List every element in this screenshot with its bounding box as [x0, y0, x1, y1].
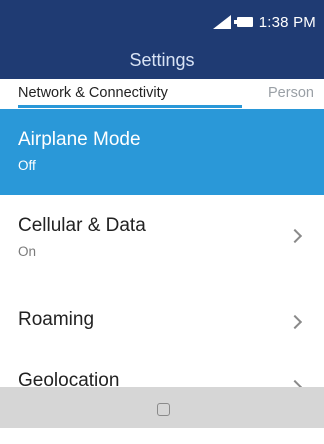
item-subtitle: Off — [18, 158, 36, 173]
status-bar: 1:38 PM — [0, 0, 324, 42]
tab-personalization[interactable]: Person — [268, 85, 314, 101]
item-title: Roaming — [18, 309, 95, 330]
page-header: Settings — [0, 42, 324, 79]
status-icons: 1:38 PM — [212, 12, 316, 32]
list-item-airplane-mode[interactable]: Airplane Mode Off — [0, 109, 324, 195]
chevron-right-icon — [287, 314, 303, 330]
active-tab-indicator — [18, 105, 242, 108]
chevron-right-icon — [287, 228, 303, 244]
list-item-cellular-data[interactable]: Cellular & Data On — [0, 195, 324, 281]
signal-icon — [212, 15, 231, 29]
item-title: Cellular & Data — [18, 215, 146, 236]
battery-icon — [233, 17, 253, 27]
page-title: Settings — [129, 50, 195, 70]
item-title: Airplane Mode — [18, 129, 141, 150]
item-subtitle: On — [18, 244, 37, 259]
navigation-bar — [0, 387, 324, 428]
status-time: 1:38 PM — [258, 13, 316, 31]
tab-network-connectivity[interactable]: Network & Connectivity — [18, 85, 168, 101]
tab-bar: Network & Connectivity Person — [0, 79, 324, 109]
home-icon[interactable] — [157, 403, 170, 416]
list-item-roaming[interactable]: Roaming — [0, 281, 324, 367]
